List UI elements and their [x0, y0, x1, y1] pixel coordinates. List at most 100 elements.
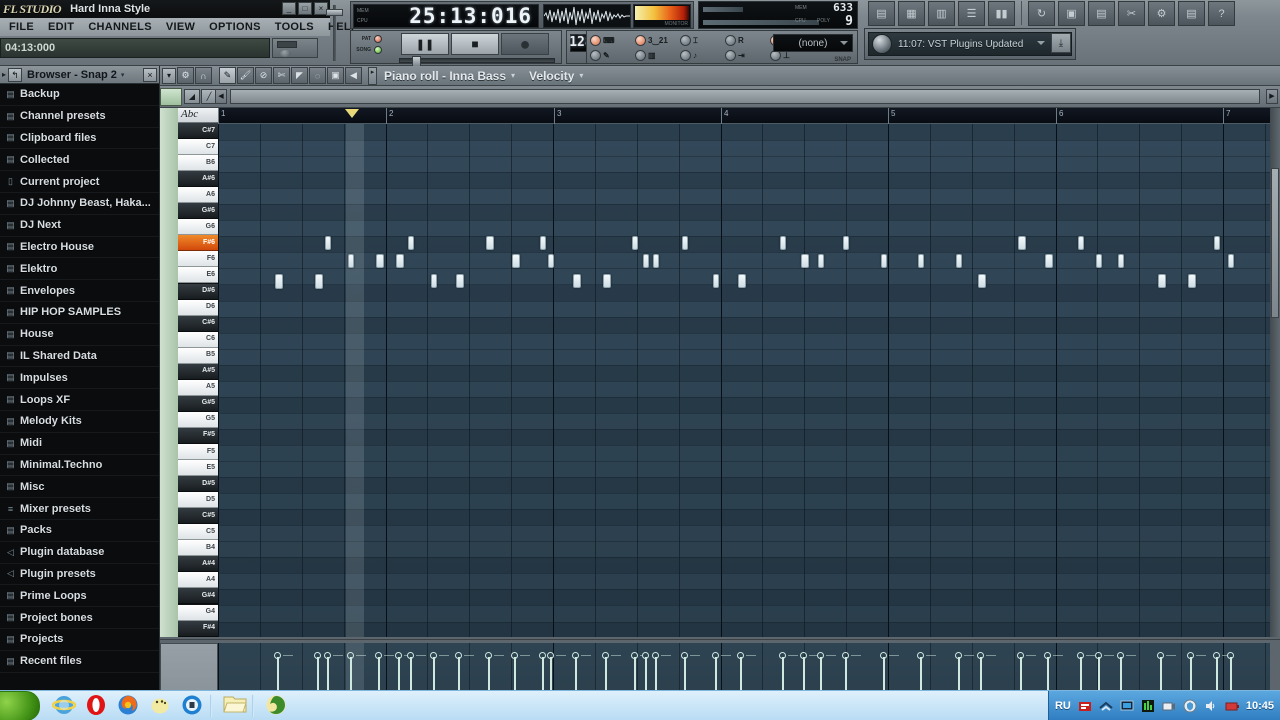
velocity-handle[interactable]	[652, 652, 659, 659]
velocity-handle[interactable]	[800, 652, 807, 659]
piano-roll-note[interactable]	[1118, 254, 1124, 268]
countdown-led-icon[interactable]	[725, 49, 736, 61]
stop-button[interactable]: ■	[451, 33, 499, 55]
pat-led-icon[interactable]	[374, 34, 382, 43]
browser-item[interactable]: ▤ Loops XF	[0, 389, 159, 411]
start-button[interactable]	[0, 691, 40, 720]
piano-keyboard[interactable]: Abc C#7 C7 B6 A#6 A6 G#6 G6 F#6 F6 E6 D#6 D6 C#6 C6 B5…	[160, 108, 218, 637]
network-icon[interactable]	[1099, 699, 1113, 713]
vertical-scrollbar-thumb[interactable]	[1271, 168, 1279, 318]
piano-roll-note[interactable]	[643, 254, 649, 268]
menu-file[interactable]: FILE	[2, 21, 41, 33]
velocity-handle[interactable]	[842, 652, 849, 659]
piano-key[interactable]: F#6	[178, 235, 218, 252]
minimize-button[interactable]: _	[282, 2, 296, 15]
scroll-left-button[interactable]: ◀	[215, 89, 227, 104]
browser-item[interactable]: ▤ Misc	[0, 476, 159, 499]
piano-key[interactable]: D5	[178, 492, 218, 509]
browser-item[interactable]: ▤ Projects	[0, 629, 159, 651]
browser-item[interactable]: ▤ Midi	[0, 433, 159, 455]
piano-key[interactable]: E5	[178, 460, 218, 477]
timeline-ruler[interactable]: 1 2 3 4 5 6 7	[218, 108, 1270, 124]
velocity-handle[interactable]	[539, 652, 546, 659]
velocity-handle[interactable]	[485, 652, 492, 659]
piano-key[interactable]: A#6	[178, 171, 218, 188]
velocity-handle[interactable]	[737, 652, 744, 659]
browser-item[interactable]: ▯ Current project	[0, 171, 159, 193]
utorrent-icon[interactable]	[148, 693, 174, 719]
velocity-handle[interactable]	[917, 652, 924, 659]
piano-key[interactable]: D#5	[178, 476, 218, 493]
grid-body[interactable]	[218, 124, 1270, 637]
piano-roll-note[interactable]	[275, 274, 283, 289]
velocity-handle[interactable]	[314, 652, 321, 659]
folder-window-icon[interactable]	[222, 693, 248, 719]
taskbar-clock[interactable]: 10:45	[1246, 700, 1274, 712]
browser-close-button[interactable]: ×	[143, 67, 157, 82]
piano-roll-note[interactable]	[1078, 236, 1084, 250]
browser-item[interactable]: ▤ Prime Loops	[0, 585, 159, 608]
piano-key[interactable]: G4	[178, 604, 218, 621]
piano-key[interactable]: D6	[178, 299, 218, 316]
piano-key[interactable]: A4	[178, 572, 218, 589]
step-edit-led-icon[interactable]	[680, 34, 691, 46]
piano-key[interactable]: A5	[178, 379, 218, 396]
wrench-icon[interactable]: ⚙	[177, 67, 194, 84]
velocity-handle[interactable]	[1077, 652, 1084, 659]
browser-item[interactable]: ▤ Channel presets	[0, 106, 159, 128]
piano-key[interactable]: A6	[178, 187, 218, 204]
velocity-handle[interactable]	[1213, 652, 1220, 659]
piano-roll-note[interactable]	[881, 254, 887, 268]
typing-keyboard-led-icon[interactable]	[590, 34, 601, 46]
piano-key[interactable]: D#6	[178, 283, 218, 300]
piano-roll-note[interactable]	[1188, 274, 1196, 288]
piano-roll-note[interactable]	[548, 254, 554, 268]
browser-item[interactable]: ▤ Backup	[0, 84, 159, 106]
display-icon[interactable]	[1120, 699, 1134, 713]
blend-notes-led-icon[interactable]	[725, 34, 736, 46]
piano-key[interactable]: F#4	[178, 620, 218, 637]
piano-roll-note[interactable]	[801, 254, 809, 268]
piano-roll-note[interactable]	[918, 254, 924, 268]
toggle-blend-notes[interactable]: R	[725, 33, 767, 47]
save-button[interactable]: ▣	[1058, 1, 1085, 26]
browser-item[interactable]: ▤ Melody Kits	[0, 411, 159, 433]
velocity-handle[interactable]	[375, 652, 382, 659]
velocity-handle[interactable]	[511, 652, 518, 659]
velocity-handle[interactable]	[455, 652, 462, 659]
piano-key[interactable]: G#4	[178, 588, 218, 605]
velocity-handle[interactable]	[430, 652, 437, 659]
velocity-handle[interactable]	[324, 652, 331, 659]
piano-roll-note[interactable]	[682, 236, 688, 250]
browser-item[interactable]: ▤ Recent files	[0, 651, 159, 673]
piano-key[interactable]: C6	[178, 331, 218, 348]
velocity-handle[interactable]	[631, 652, 638, 659]
pattern-song-switch[interactable]: PAT SONG	[354, 33, 398, 55]
firefox-icon[interactable]	[116, 693, 142, 719]
internet-explorer-icon[interactable]	[51, 693, 78, 719]
browser-item[interactable]: ▤ Collected	[0, 149, 159, 172]
vertical-scrollbar[interactable]	[1270, 108, 1280, 637]
velocity-handle[interactable]	[681, 652, 688, 659]
browser-item[interactable]: ▤ Elektro	[0, 258, 159, 281]
piano-roll-note[interactable]	[603, 274, 611, 288]
piano-roll-note[interactable]	[738, 274, 746, 288]
piano-roll-note[interactable]	[1158, 274, 1166, 288]
piano-roll-note[interactable]	[818, 254, 824, 268]
piano-key[interactable]: B6	[178, 155, 218, 172]
magic-wand-led-icon[interactable]	[590, 49, 601, 61]
fader-knob[interactable]	[326, 9, 343, 16]
tools-button[interactable]: ✂	[1118, 1, 1145, 26]
browser-item[interactable]: ▤ DJ Next	[0, 215, 159, 237]
toggle-typing-keyboard[interactable]: ⌨	[590, 33, 632, 47]
wrench-button[interactable]: ⚙	[1148, 1, 1175, 26]
antivirus-icon[interactable]	[1078, 699, 1092, 713]
toggle-midi-edit[interactable]: ▥	[635, 48, 677, 62]
delete-tool-button[interactable]: ⊘	[255, 67, 272, 84]
velocity-handle[interactable]	[1227, 652, 1234, 659]
velocity-handle[interactable]	[779, 652, 786, 659]
notification-chevron-down-icon[interactable]	[1037, 41, 1045, 45]
piano-key[interactable]: C#5	[178, 508, 218, 525]
browser-expand-icon[interactable]: ▸	[0, 70, 8, 79]
control-mode-label[interactable]: Velocity	[529, 69, 574, 83]
